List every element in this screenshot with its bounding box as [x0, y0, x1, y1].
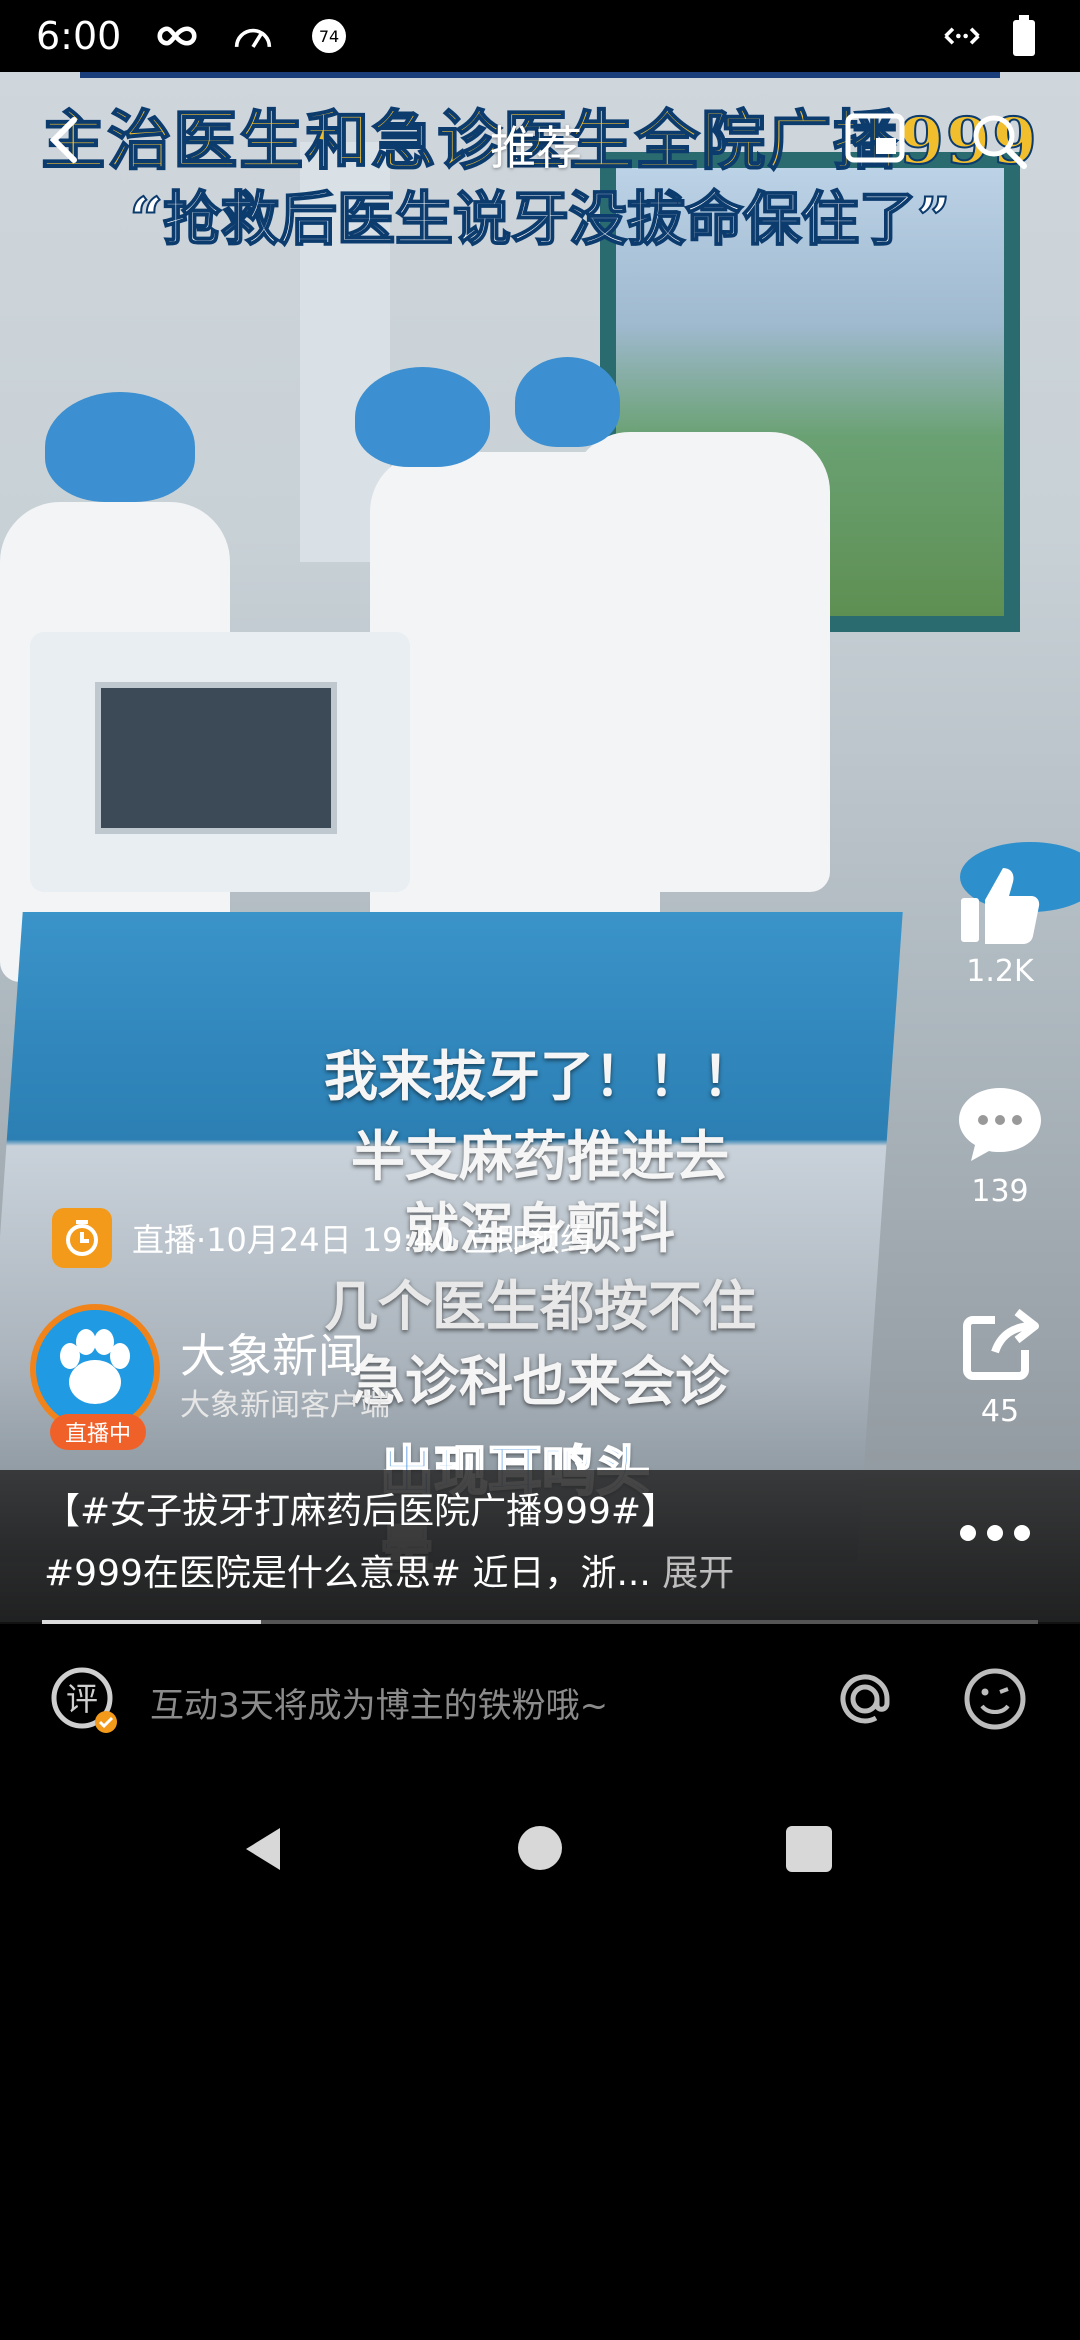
more-dot — [960, 1525, 976, 1541]
clock-icon — [52, 1208, 112, 1268]
back-button[interactable] — [36, 110, 96, 170]
speedometer-icon — [233, 16, 273, 56]
more-dot — [987, 1525, 1003, 1541]
emoji-button[interactable] — [960, 1664, 1030, 1734]
status-time: 6:00 — [36, 14, 122, 58]
chevron-left-icon — [49, 117, 77, 163]
description-snippet: 近日，浙... — [461, 1553, 651, 1594]
system-back-button[interactable] — [240, 1824, 290, 1878]
paw-logo-icon — [36, 1310, 154, 1428]
comment-button[interactable]: 139 — [940, 1080, 1060, 1209]
doctor-cap-right — [515, 357, 620, 447]
doctor-cap-center — [355, 367, 490, 467]
share-icon — [955, 1300, 1045, 1390]
description-title[interactable]: 【#女子拔牙打麻药后医院广播999#】 — [44, 1482, 677, 1534]
comment-count: 139 — [971, 1174, 1029, 1209]
emoji-icon — [964, 1668, 1026, 1730]
description-panel: 【#女子拔牙打麻药后医院广播999#】 #999在医院是什么意思# 近日，浙..… — [0, 1470, 1080, 1624]
system-nav-bar — [0, 1800, 1080, 1896]
screen-icon — [845, 113, 905, 163]
video-progress-bar[interactable] — [42, 1620, 1038, 1624]
screen-mode-button[interactable] — [840, 104, 910, 174]
system-recents-button[interactable] — [786, 1826, 832, 1872]
live-reserve-text: 直播·10月24日 19:40 立即预约 — [132, 1221, 593, 1259]
battery-icon — [1004, 15, 1044, 56]
comment-bar: 评 互动3天将成为博主的铁粉哦~ — [0, 1628, 1080, 1774]
comment-input[interactable]: 互动3天将成为博主的铁粉哦~ — [150, 1678, 608, 1727]
live-reserve-banner[interactable]: 直播·10月24日 19:40 立即预约 — [52, 1206, 592, 1270]
system-home-button[interactable] — [518, 1826, 562, 1870]
badge-icon: 74 — [309, 16, 349, 56]
share-count: 45 — [980, 1394, 1020, 1429]
live-badge: 直播中 — [50, 1414, 146, 1450]
description-text[interactable]: #999在医院是什么意思# 近日，浙... 展开 — [44, 1544, 734, 1596]
infinity-icon — [157, 16, 197, 56]
author-block[interactable]: 直播中 大象新闻 大象新闻客户端 — [28, 1304, 728, 1450]
svg-text:评: 评 — [66, 1680, 98, 1718]
author-name[interactable]: 大象新闻 — [180, 1320, 364, 1386]
triangle-back-icon — [246, 1828, 280, 1870]
status-bar: 6:00 74 — [0, 0, 1080, 72]
description-hashtag[interactable]: #999在医院是什么意思# — [44, 1553, 461, 1594]
author-subtitle: 大象新闻客户端 — [180, 1388, 390, 1423]
search-button[interactable] — [966, 108, 1032, 174]
comment-logo-icon: 评 — [48, 1664, 120, 1736]
expand-link[interactable]: 展开 — [662, 1553, 734, 1594]
data-transfer-icon — [942, 16, 982, 56]
video-subtitle-1: 我来拔牙了！！！ — [324, 1044, 756, 1108]
doctor-figure-right — [570, 432, 830, 892]
thumbs-up-icon — [955, 860, 1045, 950]
like-button[interactable]: 1.2K — [940, 860, 1060, 989]
top-nav: 推荐 — [0, 72, 1080, 212]
video-subtitle-2: 半支麻药推进去 — [351, 1124, 729, 1188]
more-dot — [1014, 1525, 1030, 1541]
page-title: 推荐 — [490, 121, 582, 175]
mention-button[interactable] — [830, 1664, 900, 1734]
video-progress-fill — [42, 1620, 262, 1624]
svg-text:74: 74 — [319, 27, 339, 46]
comment-bubble-icon — [955, 1080, 1045, 1170]
share-button[interactable]: 45 — [940, 1300, 1060, 1429]
like-count: 1.2K — [966, 954, 1034, 989]
more-options-button[interactable] — [960, 1518, 1030, 1548]
search-icon — [973, 115, 1027, 169]
defibrillator-screen — [95, 682, 337, 834]
doctor-cap-left — [45, 392, 195, 502]
at-sign-icon — [840, 1674, 890, 1724]
